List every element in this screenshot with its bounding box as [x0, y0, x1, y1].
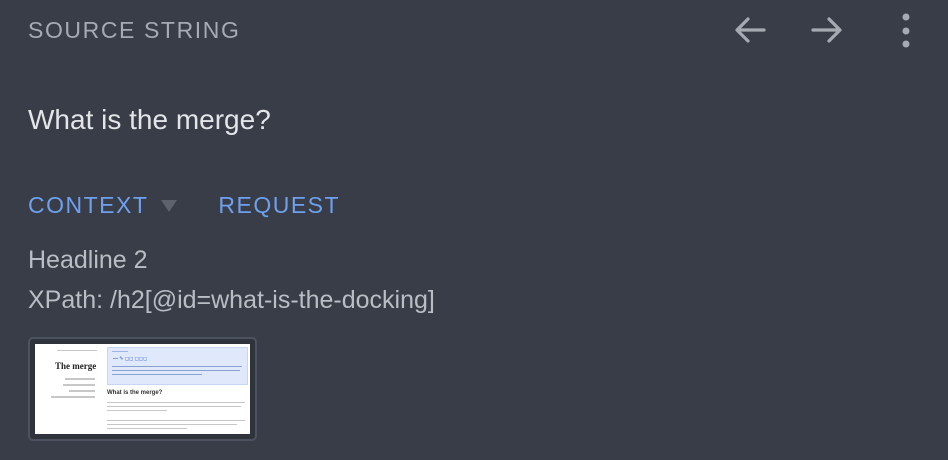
- preview-sidebar: The merge: [35, 344, 103, 434]
- screenshot-thumbnail[interactable]: The merge — ✎ ◻◻ ◻◻◻ What is the merge?: [28, 337, 257, 441]
- back-button[interactable]: [730, 10, 770, 50]
- more-vertical-icon: [902, 13, 910, 48]
- context-element-type: Headline 2: [28, 246, 148, 274]
- section-title: SOURCE STRING: [28, 17, 241, 43]
- arrow-left-icon: [735, 17, 766, 43]
- preview-highlight-banner: — ✎ ◻◻ ◻◻◻: [107, 347, 248, 385]
- caret-down-icon: [161, 199, 178, 212]
- tab-context-label: CONTEXT: [28, 192, 149, 218]
- arrow-right-icon: [811, 17, 842, 43]
- tab-context[interactable]: CONTEXT: [28, 192, 218, 219]
- context-xpath: XPath: /h2[@id=what-is-the-docking]: [28, 286, 435, 314]
- preview-content: — ✎ ◻◻ ◻◻◻ What is the merge?: [107, 344, 250, 434]
- screenshot-preview: The merge — ✎ ◻◻ ◻◻◻ What is the merge?: [35, 344, 250, 434]
- more-options-button[interactable]: [886, 10, 926, 50]
- preview-section-heading: What is the merge?: [107, 390, 163, 396]
- source-string-text: What is the merge?: [28, 104, 271, 135]
- preview-page-title: The merge: [55, 361, 97, 371]
- forward-button[interactable]: [807, 10, 847, 50]
- tab-request[interactable]: REQUEST: [218, 192, 340, 219]
- tab-bar: CONTEXT REQUEST: [28, 192, 340, 219]
